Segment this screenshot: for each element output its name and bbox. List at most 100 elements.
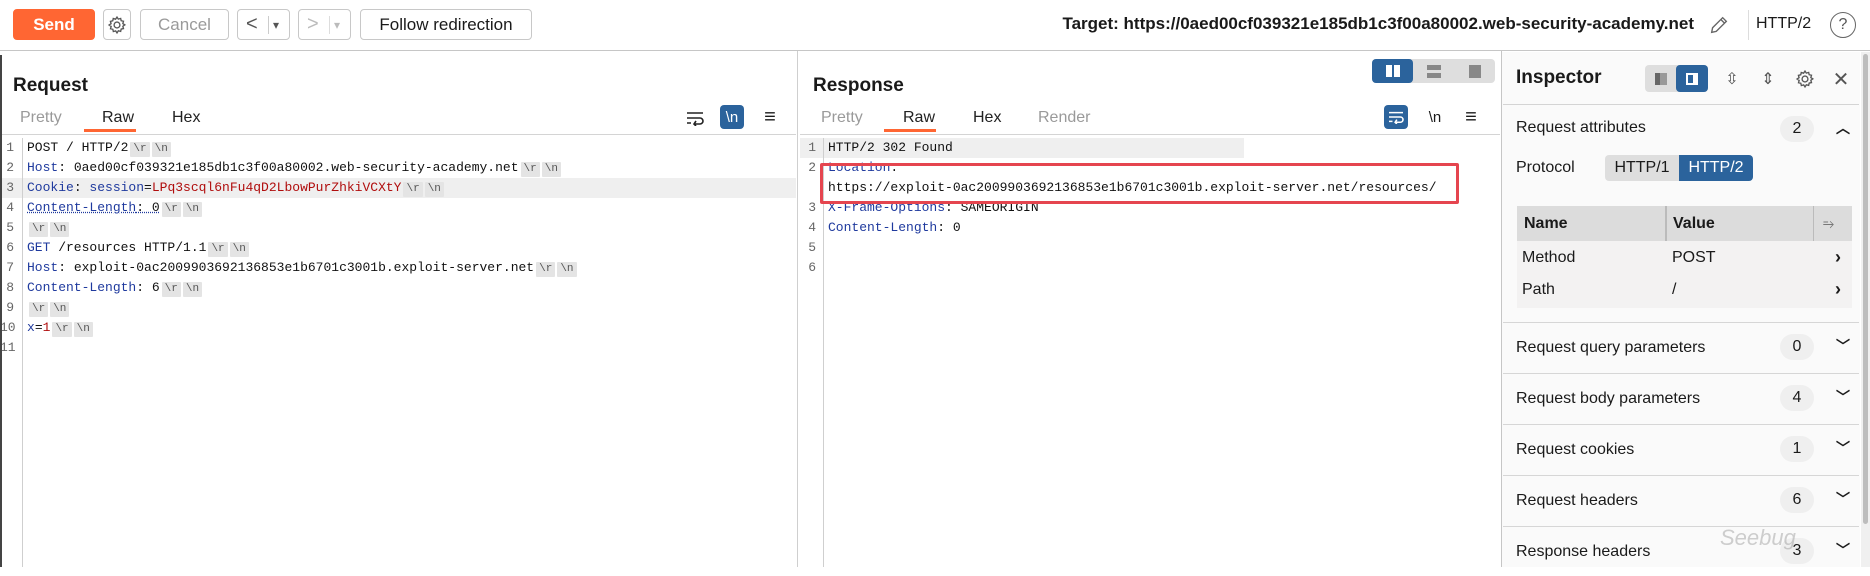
line-number: 2 [6,160,14,175]
chevron-right-icon[interactable]: › [1835,279,1841,300]
tab-raw[interactable]: Raw [102,109,134,127]
edit-target-button[interactable] [1706,12,1732,38]
code-line[interactable]: 6 GET /resources HTTP/1.1 \r \n [0,238,796,258]
collapse-all-icon[interactable]: ⇕ [1756,66,1780,92]
dock-right-button[interactable] [1676,65,1708,92]
code-line[interactable]: 4 Content-Length: 0 \r \n [0,198,796,218]
line-number: 2 [808,160,816,175]
layout-top-bottom-button[interactable] [1413,59,1454,83]
panel-splitter[interactable] [797,51,798,567]
settings-button[interactable] [103,9,131,40]
chevron-down-icon[interactable]: ﹀ [1836,387,1850,407]
count-badge: 2 [1780,116,1814,142]
crlf-marker: \n [182,202,203,217]
line-number: 7 [6,260,14,275]
divider [1503,104,1859,105]
pencil-icon [1710,16,1728,34]
layout-single-button[interactable] [1454,59,1495,83]
send-button[interactable]: Send [13,9,95,40]
tab-pretty[interactable]: Pretty [821,109,863,127]
inspector-title: Inspector [1516,67,1602,88]
back-button[interactable]: < ▾ [237,9,290,40]
chevron-right-icon[interactable]: › [1835,247,1841,268]
request-editor[interactable]: 1 POST / HTTP/2 \r \n 2 Host: 0aed00cf039321e… [0,138,796,358]
column-header-name[interactable]: Name [1524,215,1568,233]
back-icon: < [246,13,258,35]
line-number: 11 [0,340,16,355]
code-line[interactable]: 8 Content-Length: 6 \r \n [0,278,796,298]
code-line[interactable]: 5 \r \n [0,218,796,238]
menu-icon[interactable]: ≡ [758,105,782,129]
dock-left-button[interactable] [1645,65,1676,92]
table-row[interactable]: Method POST › [1517,243,1852,275]
chevron-down-icon[interactable]: ﹀ [1836,336,1850,356]
code-line[interactable]: 9 \r \n [0,298,796,318]
code-line[interactable]: 10 x=1 \r \n [0,318,796,338]
table-row[interactable]: Path / › [1517,275,1852,307]
active-tab-indicator [884,129,936,132]
count-badge: 6 [1780,487,1814,513]
wrap-icon [687,112,704,126]
line-number: 5 [6,220,14,235]
protocol-label[interactable]: HTTP/2 [1756,15,1811,33]
code-line[interactable]: 1 HTTP/2 302 Found [800,138,1244,158]
crlf-marker: \r [161,202,181,217]
crlf-marker: \r [29,222,49,237]
code-line[interactable]: 1 POST / HTTP/2 \r \n [0,138,796,158]
column-header-value[interactable]: Value [1673,215,1715,233]
chevron-down-icon[interactable]: ▾ [273,18,279,32]
code-line[interactable]: 2 Host: 0aed00cf039321e185db1c3f00a80002.… [0,158,796,178]
response-editor[interactable]: 1 HTTP/2 302 Found 2 Location: https://explo… [800,138,1500,278]
code-text: 0aed00cf039321e185db1c3f00a80002.web-sec… [73,160,519,175]
code-line[interactable]: 3 Cookie: session=LPq3scql6nFu4qD2LbowPur… [0,178,796,198]
code-text: : [136,280,152,295]
forward-button[interactable]: > ▾ [298,9,351,40]
code-line[interactable]: 6 [800,258,1244,278]
wrap-icon[interactable]: ⥱ [1823,215,1834,232]
scrollbar-thumb[interactable] [1863,54,1868,524]
code-line[interactable]: 5 [800,238,1244,258]
inspector-settings-button[interactable] [1793,66,1817,92]
show-newlines-toggle[interactable]: \n [1423,105,1447,129]
chevron-up-icon[interactable]: ︿ [1836,118,1850,138]
response-title: Response [813,75,904,96]
header-name: Host [27,260,59,275]
close-icon[interactable]: ✕ [1829,66,1853,92]
line-number: 6 [808,260,816,275]
column-divider[interactable] [1665,206,1667,241]
expand-all-icon[interactable]: ⇳ [1720,66,1744,92]
word-wrap-button[interactable] [1384,105,1408,129]
code-text: /resources HTTP/1.1 [50,240,207,255]
chevron-down-icon[interactable]: ▾ [334,18,340,32]
show-newlines-toggle[interactable]: \n [720,105,744,129]
help-icon[interactable]: ? [1830,12,1856,38]
chevron-down-icon[interactable]: ﹀ [1836,438,1850,458]
protocol-http1-option[interactable]: HTTP/1 [1605,155,1679,181]
code-line[interactable]: 11 [0,338,796,358]
tab-render[interactable]: Render [1038,109,1090,127]
gear-icon [1795,69,1815,89]
tab-pretty[interactable]: Pretty [20,109,62,127]
tab-hex[interactable]: Hex [172,109,200,127]
word-wrap-button[interactable] [683,106,707,130]
scrollbar[interactable] [1861,52,1870,567]
chevron-down-icon[interactable]: ﹀ [1836,489,1850,509]
code-text: : 0 [136,200,160,215]
cancel-button[interactable]: Cancel [140,9,229,40]
tab-raw[interactable]: Raw [903,109,935,127]
line-number: 4 [808,220,816,235]
layout-side-by-side-button[interactable] [1372,59,1413,83]
tab-hex[interactable]: Hex [973,109,1001,127]
protocol-http2-option[interactable]: HTTP/2 [1679,155,1753,181]
protocol-label: Protocol [1516,159,1575,176]
request-title: Request [13,75,88,96]
request-attributes-header[interactable]: Request attributes [1516,119,1646,137]
menu-icon[interactable]: ≡ [1459,105,1483,129]
attr-name: Method [1522,249,1576,266]
follow-redirection-button[interactable]: Follow redirection [360,9,532,40]
code-text: : [58,160,74,175]
code-line[interactable]: 7 Host: exploit-0ac2009903692136853e1b670… [0,258,796,278]
gutter-divider [22,138,23,567]
chevron-down-icon[interactable]: ﹀ [1836,540,1850,560]
code-line[interactable]: 4 Content-Length: 0 [800,218,1244,238]
